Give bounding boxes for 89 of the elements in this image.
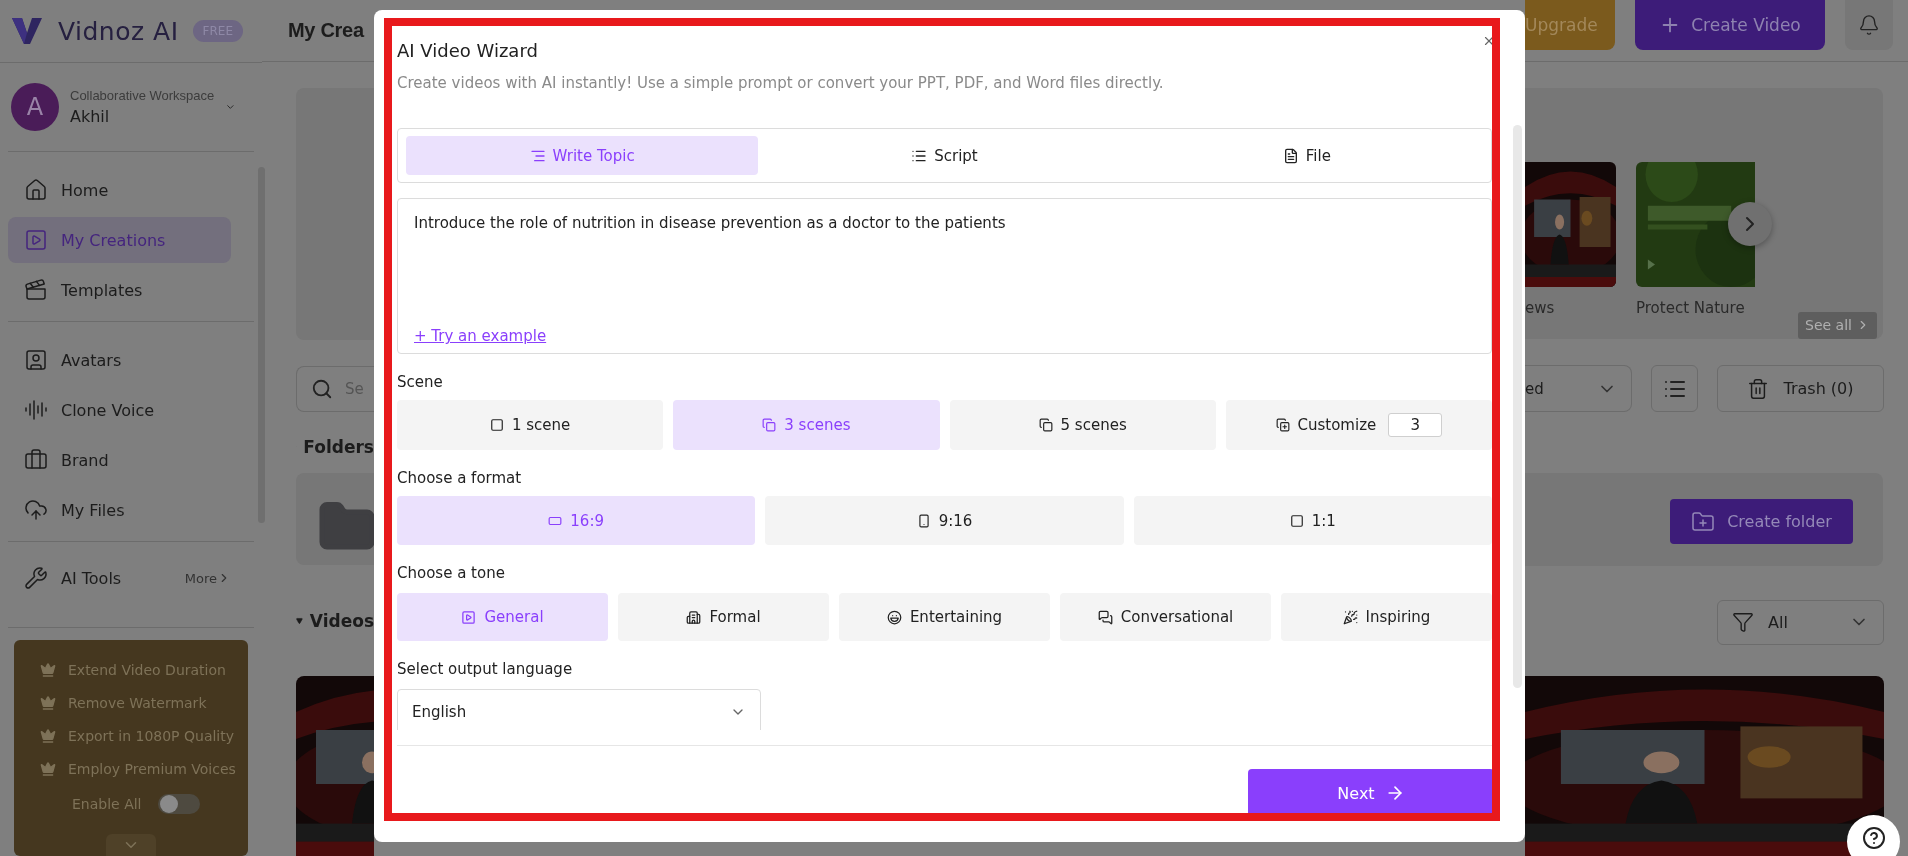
scene-count-field[interactable]: 3 [1388,413,1443,437]
bell-icon [1858,14,1880,36]
building-icon [686,609,702,625]
audio-lines-icon [24,398,48,422]
see-all-button[interactable]: See all [1798,311,1877,339]
square-icon [1289,513,1304,528]
feature-text: Export in 1080P Quality [68,727,235,744]
example-link[interactable]: + Try an example [414,327,547,345]
copy-plus-icon [1275,418,1290,432]
search-icon [311,378,333,401]
scene-option[interactable]: Customize 3 [1225,400,1492,450]
template-caption: Protect Nature [1636,298,1746,317]
scene-option[interactable]: 1 scene [397,400,664,450]
dialog-subtitle: Create videos with AI instantly! Use a simple prompt or convert your PPT, PDF, and Word files directly. [397,73,1165,93]
format-option[interactable]: 16:9 [397,496,756,545]
workspace-label: Collaborative Workspace [70,88,215,103]
nav-item[interactable]: Templates [8,267,231,313]
scene-option[interactable]: 3 scenes [673,400,940,450]
create-video-button[interactable]: Create Video [1635,0,1825,50]
play-icon [24,228,48,252]
field-label: Select output language [397,659,574,679]
tone-option[interactable]: Conversational [1060,593,1271,641]
template-caption: ews [1525,298,1556,317]
toggle-switch[interactable] [157,794,200,814]
tone-option[interactable]: Inspiring [1281,593,1492,641]
tab[interactable]: File [1130,136,1483,175]
feature-text: Extend Video Duration [68,661,226,678]
trash-icon [1747,377,1770,400]
workspace-name: Akhil [70,107,111,126]
dialog-title: AI Video Wizard [397,39,539,63]
nav-item[interactable]: Brand [8,437,231,483]
crown-icon [40,694,56,711]
section-title: Videos [309,611,374,632]
format-option[interactable]: 1:1 [1133,496,1492,545]
toggle-label: Enable All [72,796,142,812]
language-dropdown[interactable]: English [397,689,761,730]
tone-option[interactable]: Entertaining [839,593,1050,641]
scene-option[interactable]: 5 scenes [949,400,1216,450]
crown-icon [40,661,56,678]
topic-field[interactable]: Introduce the role of nutrition in disease prevention as a doctor to the patients + Try an example [397,198,1492,354]
logo-icon [10,15,44,47]
play-icon [461,609,477,625]
field-label: Choose a tone [397,563,506,583]
briefcase-icon [24,448,48,472]
filter-icon [1732,611,1754,634]
nav-item[interactable]: Home [8,167,231,213]
trash-button[interactable]: Trash (0) [1717,365,1884,413]
field-label: Scene [397,372,444,392]
help-icon [1861,825,1886,850]
field-label: Choose a format [397,468,523,488]
logo-text: Vidnoz AI [58,16,179,46]
laughing-face-icon [886,609,902,625]
help-button[interactable] [1847,815,1900,856]
clapperboard-icon [24,278,48,302]
feature-text: Remove Watermark [68,694,207,711]
tone-option[interactable]: Formal [618,593,829,641]
nav-item[interactable]: AI Tools [61,568,172,588]
avatar: A [11,83,59,131]
copy-icon [762,418,777,432]
upload-icon [24,498,48,522]
nav-item[interactable]: My Files [8,487,231,533]
document-icon [1282,147,1299,164]
nav-item[interactable]: My Creations [8,217,231,263]
user-icon [24,348,48,372]
more-link[interactable]: More [184,570,231,586]
phone-icon [916,513,931,528]
square-icon [489,418,504,432]
caret-down-icon[interactable] [296,616,303,627]
home-icon [24,178,48,202]
copy-icon [1038,418,1053,432]
section-title: Folders [303,437,374,458]
filter-dropdown[interactable]: All [1717,599,1884,645]
chat-icon [1097,609,1113,625]
tone-option[interactable]: General [397,593,608,641]
crown-icon [40,760,56,777]
nav-item[interactable]: Avatars [8,337,231,383]
folder-plus-icon [1691,509,1716,534]
crown-icon [40,727,56,744]
party-popper-icon [1342,609,1358,625]
tab[interactable]: Write Topic [406,136,759,175]
tab[interactable]: Script [768,136,1121,175]
nav-item[interactable]: Clone Voice [8,387,231,433]
list-view-button[interactable] [1651,365,1698,413]
feature-text: Employ Premium Voices [68,760,236,777]
format-option[interactable]: 9:16 [765,496,1124,545]
page-title: My Crea [288,19,364,42]
notifications-button[interactable] [1845,0,1893,50]
tools-icon [24,566,48,590]
create-folder-button[interactable]: Create folder [1670,499,1853,545]
